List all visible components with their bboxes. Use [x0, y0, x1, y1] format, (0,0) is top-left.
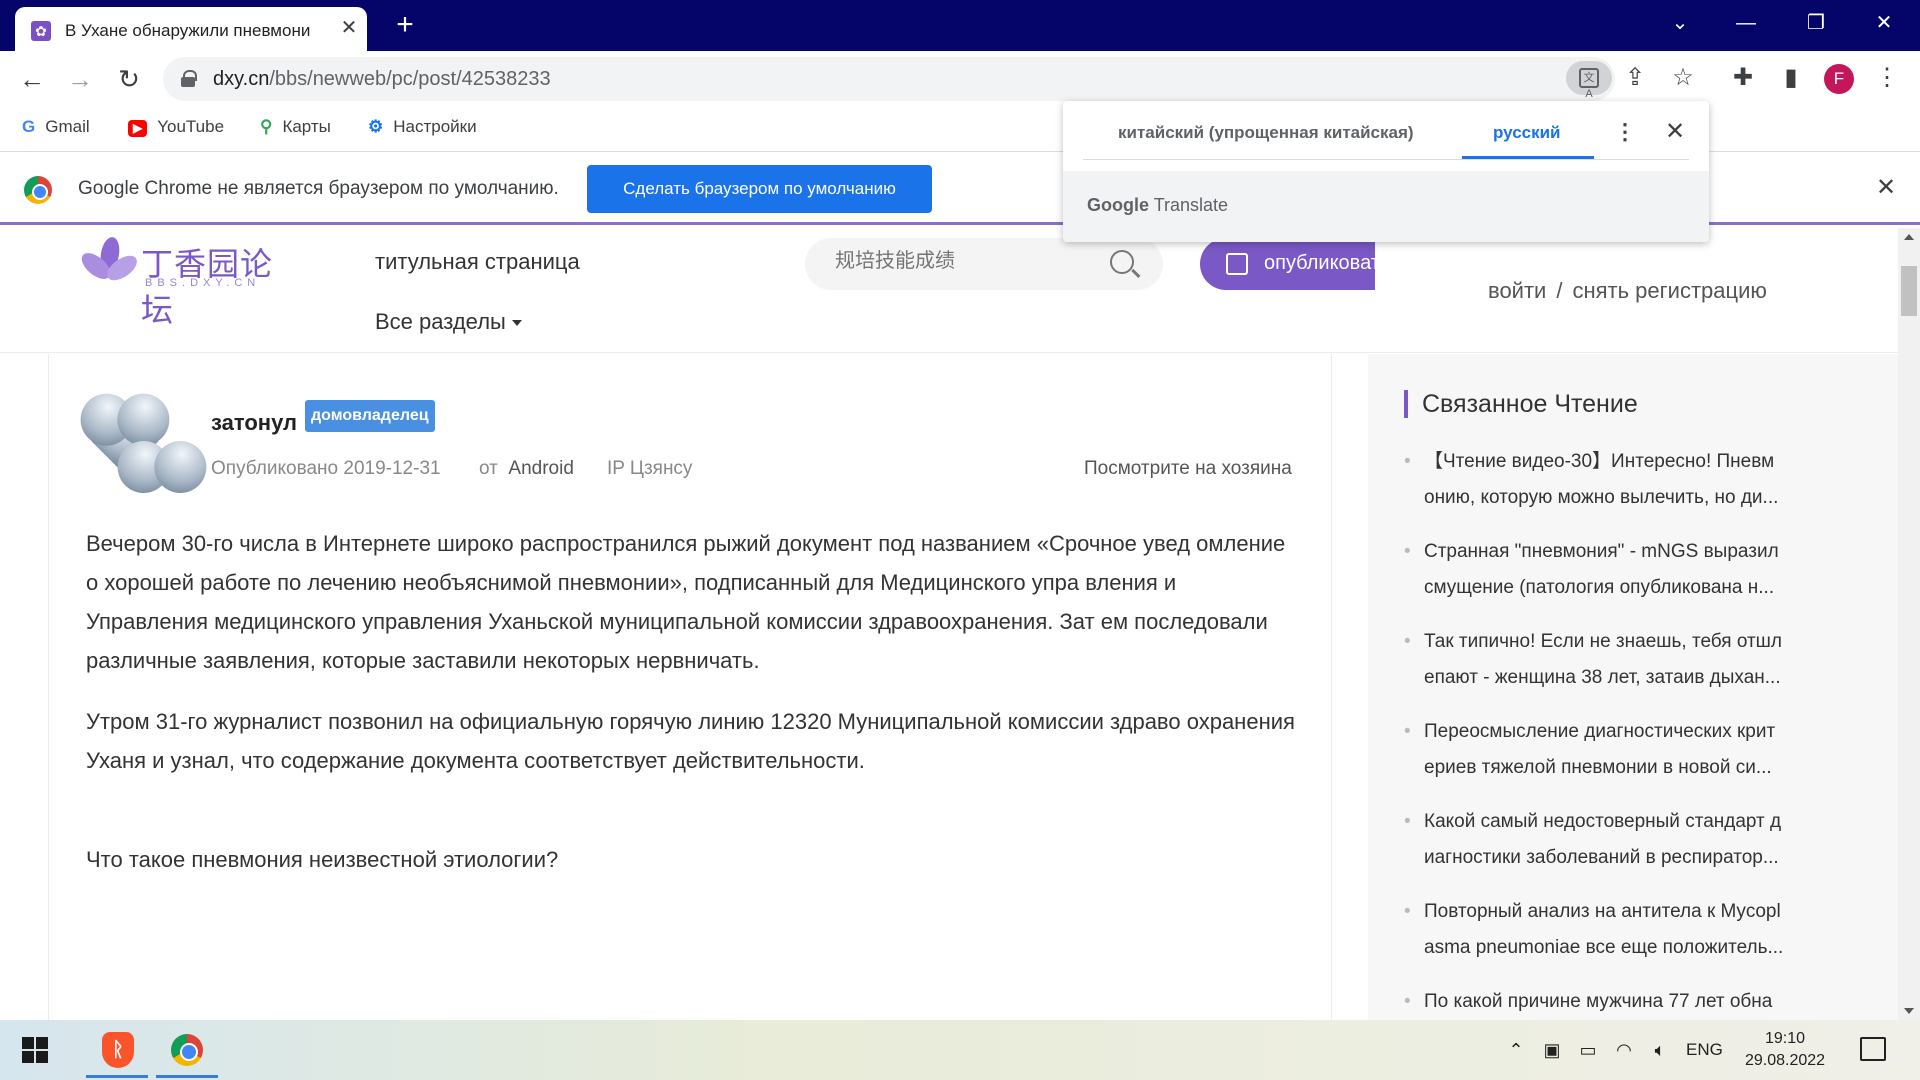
scroll-down-arrow-icon[interactable] — [1904, 1008, 1914, 1014]
profile-avatar[interactable]: F — [1824, 64, 1854, 94]
address-bar[interactable]: dxy.cn/bbs/newweb/pc/post/42538233 — [163, 57, 1615, 101]
sidebar-title: Связанное Чтение — [1404, 390, 1638, 418]
windows-start-icon[interactable] — [22, 1037, 48, 1063]
related-reading-sidebar: Связанное Чтение 【Чтение видео-30】Интере… — [1368, 354, 1898, 1020]
lilac-flower-icon — [77, 235, 142, 289]
related-item[interactable]: Так типично! Если не знаешь, тебя отшлеп… — [1404, 624, 1824, 696]
google-icon: G — [22, 117, 36, 136]
dxy-favicon-icon: ✿ — [31, 21, 51, 41]
avatar[interactable] — [87, 392, 187, 486]
maps-pin-icon: ⚲ — [260, 117, 273, 136]
forward-button[interactable]: → — [64, 63, 96, 95]
ip-location: IP Цзянсу — [607, 458, 693, 479]
new-tab-button[interactable]: + — [390, 10, 420, 40]
youtube-icon: ▶ — [128, 120, 148, 137]
related-item[interactable]: Переосмысление диагностических критериев… — [1404, 714, 1824, 786]
language-indicator[interactable]: ENG — [1686, 1040, 1723, 1060]
divider — [1083, 159, 1689, 160]
lock-icon[interactable] — [181, 70, 197, 87]
page-scrollbar[interactable] — [1898, 228, 1920, 1020]
bookmark-maps[interactable]: ⚲ Карты — [260, 117, 331, 137]
side-panel-icon[interactable]: ▮ — [1776, 63, 1806, 93]
windows-taskbar: ᚱ ⌃ ▣ ▭ ◠ 🔈︎ ENG 19:10 29.08.2022 — [0, 1020, 1920, 1080]
related-item[interactable]: Какой самый недостоверный стандарт диагн… — [1404, 804, 1824, 876]
post-paragraph: Утром 31-го журналист позвонил на официа… — [86, 709, 1295, 773]
publish-date: Опубликовано 2019-12-31 — [211, 458, 441, 479]
google-translate-logo: Google Translate — [1087, 195, 1229, 215]
bookmark-star-icon[interactable]: ☆ — [1668, 63, 1698, 93]
minimize-button[interactable]: — — [1726, 8, 1766, 38]
infobar-close-icon[interactable]: ✕ — [1872, 174, 1900, 202]
edit-icon — [1226, 253, 1248, 275]
translate-footer: Google Translate — [1063, 171, 1709, 242]
bookmark-gmail[interactable]: G Gmail — [22, 117, 90, 137]
set-default-browser-button[interactable]: Сделать браузером по умолчанию — [587, 165, 932, 213]
translate-source-tab[interactable]: китайский (упрощенная китайская) — [1118, 123, 1414, 143]
close-window-button[interactable]: ✕ — [1864, 8, 1904, 38]
post-paragraph: Что такое пневмония неизвестной этиологи… — [86, 847, 559, 872]
extensions-puzzle-icon[interactable]: ✚ — [1728, 63, 1758, 93]
role-badge: домовладелец — [305, 400, 435, 432]
site-search[interactable] — [805, 238, 1163, 290]
volume-icon[interactable]: 🔈︎ — [1648, 1038, 1672, 1062]
browser-tab[interactable]: ✿ В Ухане обнаружили пневмони ✕ — [15, 7, 367, 51]
device-info: от Android — [479, 458, 574, 479]
brave-icon: ᚱ — [102, 1032, 134, 1068]
tab-title: В Ухане обнаружили пневмони — [65, 21, 311, 40]
translate-popup: китайский (упрощенная китайская) русский… — [1063, 101, 1709, 242]
tray-meet-icon[interactable]: ▣ — [1540, 1038, 1564, 1062]
site-logo[interactable]: 丁香园论坛 BBS.DXY.CN — [77, 233, 285, 328]
restore-button[interactable]: ❐ — [1796, 8, 1836, 38]
related-item[interactable]: По какой причине мужчина 77 лет обна — [1404, 984, 1824, 1020]
url-text[interactable]: dxy.cn/bbs/newweb/pc/post/42538233 — [213, 68, 551, 91]
tray-chevron-up-icon[interactable]: ⌃ — [1504, 1038, 1528, 1062]
search-input[interactable] — [835, 250, 1095, 273]
translate-close-icon[interactable]: ✕ — [1661, 117, 1689, 147]
more-options-icon[interactable]: ⋮ — [1614, 117, 1636, 147]
clock[interactable]: 19:10 29.08.2022 — [1740, 1028, 1830, 1072]
nav-home-link[interactable]: титульная страница — [375, 249, 580, 275]
author-name[interactable]: затонул — [211, 410, 297, 436]
translate-page-button[interactable]: 文A — [1566, 61, 1612, 100]
battery-icon[interactable]: ▭ — [1576, 1038, 1600, 1062]
share-icon[interactable]: ⇪ — [1620, 63, 1650, 93]
reload-button[interactable]: ↻ — [113, 63, 145, 95]
site-header: 丁香园论坛 BBS.DXY.CN титульная страница Все … — [0, 228, 1898, 353]
tab-close-icon[interactable]: ✕ — [337, 16, 361, 40]
web-page: 丁香园论坛 BBS.DXY.CN титульная страница Все … — [0, 228, 1898, 1020]
chrome-logo-icon — [24, 176, 52, 204]
chrome-menu-icon[interactable]: ⋮ — [1872, 63, 1902, 93]
notification-center-icon[interactable] — [1860, 1037, 1886, 1061]
view-owner-link[interactable]: Посмотрите на хозяина — [1084, 458, 1292, 480]
chrome-icon — [171, 1034, 203, 1066]
taskbar-chrome[interactable] — [152, 1022, 222, 1078]
taskbar-brave[interactable]: ᚱ — [82, 1022, 152, 1078]
title-bar: ✿ В Ухане обнаружили пневмони ✕ + ⌄ — ❐ … — [0, 0, 1920, 51]
login-link[interactable]: войти — [1488, 278, 1546, 303]
heart-small-icon — [143, 448, 181, 486]
bookmark-settings[interactable]: ⚙ Настройки — [368, 117, 477, 137]
search-icon[interactable] — [1110, 250, 1134, 274]
post-paragraph: Вечером 30-го числа в Интернете широко р… — [86, 531, 1286, 673]
scroll-up-arrow-icon[interactable] — [1904, 234, 1914, 240]
gear-icon: ⚙ — [368, 117, 384, 136]
wifi-icon[interactable]: ◠ — [1612, 1038, 1636, 1062]
translate-target-tab[interactable]: русский — [1493, 123, 1561, 143]
nav-all-sections[interactable]: Все разделы — [375, 309, 522, 335]
caret-down-icon — [511, 320, 522, 327]
post-body: затонул домовладелец Опубликовано 2019-1… — [48, 354, 1332, 1020]
bookmark-youtube[interactable]: ▶ YouTube — [128, 117, 224, 137]
related-item[interactable]: Повторный анализ на антитела к Mycoplasm… — [1404, 894, 1824, 966]
tab-search-icon[interactable]: ⌄ — [1660, 8, 1700, 38]
scroll-thumb[interactable] — [1901, 266, 1917, 316]
auth-links: войти / снять регистрацию — [1488, 278, 1767, 303]
related-item[interactable]: Странная "пневмония" - mNGS выразилсмуще… — [1404, 534, 1824, 606]
infobar-message: Google Chrome не является браузером по у… — [78, 178, 559, 199]
logo-subtext: BBS.DXY.CN — [145, 277, 261, 289]
publish-button[interactable]: опубликовать — [1200, 238, 1375, 290]
register-link[interactable]: снять регистрацию — [1572, 278, 1766, 303]
translate-icon: 文A — [1579, 68, 1599, 100]
related-item[interactable]: 【Чтение видео-30】Интересно! Пневмонию, к… — [1404, 444, 1824, 516]
back-button[interactable]: ← — [16, 63, 48, 95]
